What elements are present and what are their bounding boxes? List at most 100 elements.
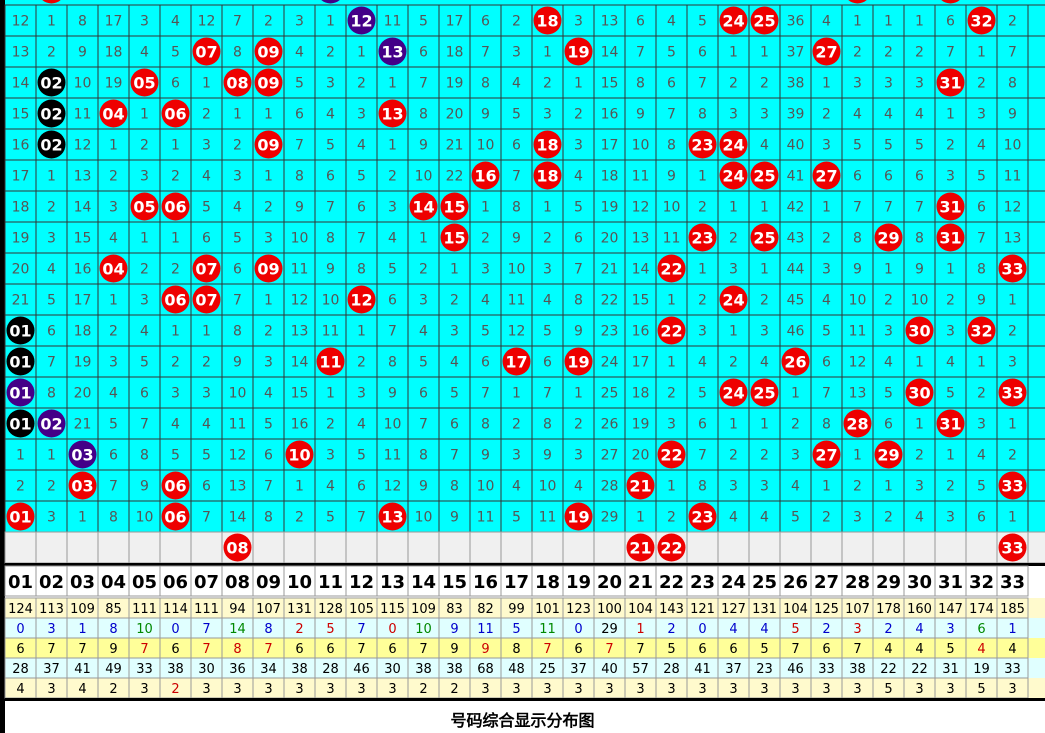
stat-value: 1 <box>78 622 86 637</box>
cell-value: 3 <box>822 262 831 278</box>
column-header-01: 01 <box>8 572 33 593</box>
cell-value: 1 <box>729 45 738 61</box>
ball-label: 18 <box>536 167 558 186</box>
stat-value: 33 <box>136 662 153 677</box>
cell-value: 7 <box>202 510 211 526</box>
cell-value: 1 <box>357 324 366 340</box>
stat-value: 37 <box>570 662 587 677</box>
stat-value: 7 <box>140 642 148 657</box>
cell-value: 7 <box>822 386 831 402</box>
cell-value: 3 <box>760 107 769 123</box>
ball-label: 09 <box>257 136 279 155</box>
ball-label: 24 <box>722 167 744 186</box>
cell-value: 1 <box>326 386 335 402</box>
stat-value: 7 <box>543 642 551 657</box>
stat-value: 7 <box>419 642 427 657</box>
cell-value: 7 <box>357 231 366 247</box>
cell-value: 10 <box>384 417 402 433</box>
ball-label: 23 <box>691 136 713 155</box>
ball-label: 06 <box>164 291 186 310</box>
cell-value: 2 <box>202 107 211 123</box>
cell-value: 7 <box>698 76 707 92</box>
cell-value: 8 <box>481 76 490 92</box>
cell-value: 5 <box>326 510 335 526</box>
ball-label: 12 <box>350 291 372 310</box>
cell-value: 2 <box>760 293 769 309</box>
cell-value: 1 <box>1008 417 1017 433</box>
cell-value: 2 <box>326 417 335 433</box>
grid-row-3: 14 02 10 19 05 6 1 08 09 5 3 2 1 7 19 8 4 2 1 15 8 6 7 2 2 38 1 3 3 3… <box>4 66 1045 99</box>
cell-value: 2 <box>574 417 583 433</box>
cell-value: 5 <box>946 386 955 402</box>
ball-label: 04 <box>102 105 124 124</box>
cell-value: 7 <box>574 262 583 278</box>
ball-label: 27 <box>815 446 837 465</box>
cell-value: 6 <box>822 355 831 371</box>
stat-value: 49 <box>105 662 122 677</box>
cell-value: 4 <box>822 293 831 309</box>
stat-value: 3 <box>357 682 365 697</box>
cell-value: 14 <box>601 45 619 61</box>
cell-value: 1 <box>760 417 769 433</box>
cell-value: 3 <box>946 510 955 526</box>
ball-label: 33 <box>1001 384 1023 403</box>
stat-value: 104 <box>783 602 808 617</box>
ball-label: 09 <box>257 43 279 62</box>
cell-value: 1 <box>791 386 800 402</box>
cell-value: 8 <box>574 293 583 309</box>
stat-value: 10 <box>415 622 432 637</box>
stat-value: 8 <box>233 642 241 657</box>
cell-value: 4 <box>140 45 149 61</box>
cell-value: 5 <box>853 138 862 154</box>
cell-value: 9 <box>419 138 428 154</box>
cell-value: 2 <box>729 76 738 92</box>
cell-value: 19 <box>446 76 464 92</box>
ball-label: 25 <box>753 229 775 248</box>
ball-label: 07 <box>195 291 217 310</box>
cell-value: 2 <box>698 200 707 216</box>
cell-value: 5 <box>884 138 893 154</box>
stat-value: 123 <box>566 602 591 617</box>
column-header-21: 21 <box>628 572 653 593</box>
stat-value: 6 <box>574 642 582 657</box>
stat-value: 38 <box>167 662 184 677</box>
column-header-14: 14 <box>411 572 436 593</box>
cell-value: 9 <box>450 510 459 526</box>
cell-value: 8 <box>636 76 645 92</box>
stat-value: 107 <box>256 602 281 617</box>
stat-value: 28 <box>322 662 339 677</box>
stat-value: 7 <box>357 622 365 637</box>
column-header-30: 30 <box>907 572 932 593</box>
stat-value: 37 <box>43 662 60 677</box>
cell-value: 20 <box>601 231 619 247</box>
cell-value: 2 <box>264 200 273 216</box>
cell-value: 8 <box>853 231 862 247</box>
cell-value: 8 <box>47 386 56 402</box>
stat-value: 3 <box>667 682 675 697</box>
cell-value: 6 <box>419 386 428 402</box>
cell-value: 4 <box>171 14 180 30</box>
stat-value: 2 <box>109 682 117 697</box>
cell-value: 4 <box>729 510 738 526</box>
column-header-25: 25 <box>752 572 777 593</box>
stat-value: 22 <box>911 662 928 677</box>
ball-label: 13 <box>381 43 403 62</box>
cell-value: 4 <box>419 324 428 340</box>
cell-value: 6 <box>884 417 893 433</box>
stat-value: 5 <box>791 622 799 637</box>
cell-value: 3 <box>884 324 893 340</box>
cell-value: 12 <box>849 355 867 371</box>
stat-value: 41 <box>694 662 711 677</box>
ball-label: 25 <box>753 12 775 31</box>
ball-label: 14 <box>412 198 434 217</box>
ball-label: 01 <box>9 415 31 434</box>
cell-value: 3 <box>481 262 490 278</box>
cell-value: 21 <box>601 262 619 278</box>
stat-value: 46 <box>353 662 370 677</box>
stat-value: 131 <box>287 602 312 617</box>
cell-value: 6 <box>202 231 211 247</box>
cell-value: 8 <box>698 107 707 123</box>
stat-value: 14 <box>229 622 246 637</box>
cell-value: 2 <box>698 293 707 309</box>
stat-value: 3 <box>636 682 644 697</box>
